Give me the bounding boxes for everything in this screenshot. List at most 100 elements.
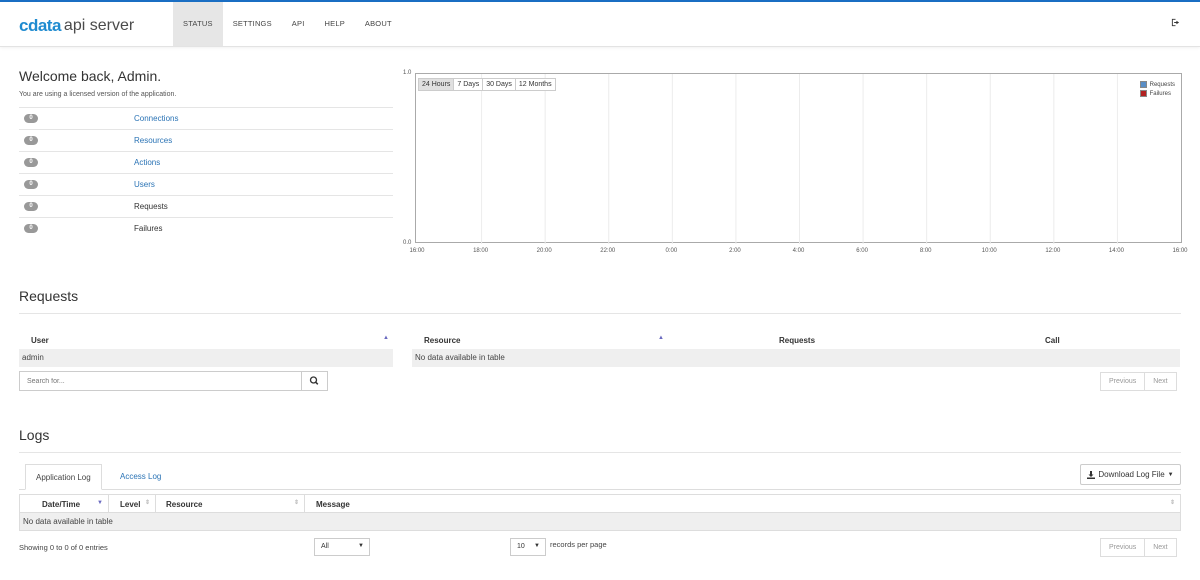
logs-section-title: Logs: [19, 427, 50, 443]
x-tick-label: 18:00: [473, 248, 489, 254]
empty-message: No data available in table: [415, 353, 505, 362]
stat-users: 0 Users: [19, 173, 393, 195]
sort-asc-icon[interactable]: ▲: [658, 335, 664, 341]
filter-value: All: [321, 543, 329, 550]
legend-label-requests: Requests: [1149, 81, 1175, 88]
users-table-header: User ▲: [19, 330, 393, 350]
table-row[interactable]: admin: [19, 349, 393, 367]
logs-divider: [19, 452, 1181, 453]
stat-connections: 0 Connections: [19, 107, 393, 129]
search-button[interactable]: [301, 371, 328, 391]
stat-requests: 0 Requests: [19, 195, 393, 217]
connections-link[interactable]: Connections: [134, 114, 178, 123]
requests-label: Requests: [134, 202, 168, 211]
logo-product: api server: [63, 17, 135, 34]
range-12-months[interactable]: 12 Months: [514, 78, 556, 91]
download-log-button[interactable]: Download Log File ▼: [1080, 464, 1181, 485]
x-tick-label: 10:00: [981, 248, 997, 254]
count-badge: 0: [24, 180, 38, 189]
requests-column-header[interactable]: Requests: [779, 336, 815, 345]
failures-label: Failures: [134, 224, 163, 233]
tab-access-log[interactable]: Access Log: [110, 464, 171, 490]
legend-failures: Failures: [1139, 90, 1175, 97]
stats-list: 0 Connections 0 Resources 0 Actions 0 Us…: [19, 107, 393, 239]
previous-button[interactable]: Previous: [1100, 538, 1146, 557]
x-tick-label: 6:00: [856, 248, 868, 254]
main-nav: STATUS SETTINGS API HELP ABOUT: [173, 2, 402, 46]
sort-icon[interactable]: ⇕: [1170, 499, 1175, 506]
nav-about[interactable]: ABOUT: [355, 2, 402, 46]
level-column-header[interactable]: Level: [120, 500, 140, 509]
x-tick-label: 2:00: [729, 248, 741, 254]
empty-table-row: No data available in table: [19, 513, 1181, 531]
range-30-days[interactable]: 30 Days: [482, 78, 516, 91]
requests-pager: Previous Next: [1100, 372, 1177, 391]
count-badge: 0: [24, 114, 38, 123]
y-tick-max: 1.0: [403, 70, 412, 76]
x-tick-label: 0:00: [665, 248, 678, 254]
x-tick-label: 20:00: [536, 248, 552, 254]
requests-divider: [19, 313, 1181, 314]
next-button[interactable]: Next: [1144, 538, 1177, 557]
app-header: cdata api server STATUS SETTINGS API HEL…: [0, 2, 1200, 47]
logs-pager: Previous Next: [1100, 538, 1177, 557]
message-column-header[interactable]: Message: [316, 500, 350, 509]
log-filter-select[interactable]: All ▼: [314, 538, 370, 556]
column-divider: [108, 495, 109, 514]
column-divider: [155, 495, 156, 514]
user-cell: admin: [22, 353, 44, 362]
x-tick-label: 14:00: [1108, 248, 1124, 254]
range-selector: 24 Hours 7 Days 30 Days 12 Months: [418, 78, 556, 91]
x-tick-label: 4:00: [792, 248, 805, 254]
next-button[interactable]: Next: [1144, 372, 1177, 391]
download-icon: [1087, 470, 1096, 479]
x-tick-label: 12:00: [1045, 248, 1061, 254]
x-tick-label: 22:00: [600, 248, 616, 254]
resources-link[interactable]: Resources: [134, 136, 172, 145]
column-divider: [304, 495, 305, 514]
x-tick-label: 16:00: [409, 248, 425, 254]
user-column-header[interactable]: User: [31, 336, 49, 345]
caret-down-icon: ▼: [1167, 471, 1174, 478]
caret-down-icon: ▼: [534, 543, 540, 549]
y-tick-min: 0.0: [403, 240, 412, 246]
range-24-hours[interactable]: 24 Hours: [418, 78, 455, 91]
resource-column-header[interactable]: Resource: [424, 336, 460, 345]
call-column-header[interactable]: Call: [1045, 336, 1060, 345]
nav-help[interactable]: HELP: [315, 2, 355, 46]
legend-requests: Requests: [1139, 81, 1175, 88]
download-log-label: Download Log File: [1098, 470, 1165, 479]
log-table-header: Date/Time ▼ Level ⇕ Resource ⇕ Message ⇕: [19, 494, 1181, 514]
chart-legend: Requests Failures: [1139, 81, 1175, 99]
count-badge: 0: [24, 158, 38, 167]
range-7-days[interactable]: 7 Days: [453, 78, 484, 91]
nav-api[interactable]: API: [282, 2, 315, 46]
legend-swatch-requests: [1139, 81, 1147, 88]
records-per-page-label: records per page: [550, 540, 607, 549]
search-icon: [309, 376, 319, 385]
empty-table-row: No data available in table: [412, 349, 1180, 367]
resource-column-header[interactable]: Resource: [166, 500, 202, 509]
sort-icon[interactable]: ⇕: [294, 499, 299, 506]
legend-swatch-failures: [1139, 90, 1147, 97]
app-logo[interactable]: cdata api server: [19, 16, 134, 36]
tab-application-log[interactable]: Application Log: [25, 464, 102, 490]
x-tick-label: 16:00: [1172, 248, 1188, 254]
stat-resources: 0 Resources: [19, 129, 393, 151]
user-search-input[interactable]: [19, 371, 302, 391]
resource-table-header: Resource ▲ Requests Call: [412, 330, 1180, 350]
sort-icon[interactable]: ⇕: [145, 499, 150, 506]
logo-brand: cdata: [19, 16, 61, 35]
page-size-select[interactable]: 10 ▼: [510, 538, 546, 556]
users-link[interactable]: Users: [134, 180, 155, 189]
actions-link[interactable]: Actions: [134, 158, 160, 167]
count-badge: 0: [24, 136, 38, 145]
previous-button[interactable]: Previous: [1100, 372, 1146, 391]
sort-desc-icon[interactable]: ▼: [97, 500, 103, 506]
sort-asc-icon[interactable]: ▲: [383, 335, 389, 341]
chart-plot-area: 24 Hours 7 Days 30 Days 12 Months Reques…: [415, 73, 1182, 244]
datetime-column-header[interactable]: Date/Time: [42, 500, 80, 509]
nav-status[interactable]: STATUS: [173, 2, 223, 46]
nav-settings[interactable]: SETTINGS: [223, 2, 282, 46]
logout-icon[interactable]: [1171, 18, 1180, 30]
